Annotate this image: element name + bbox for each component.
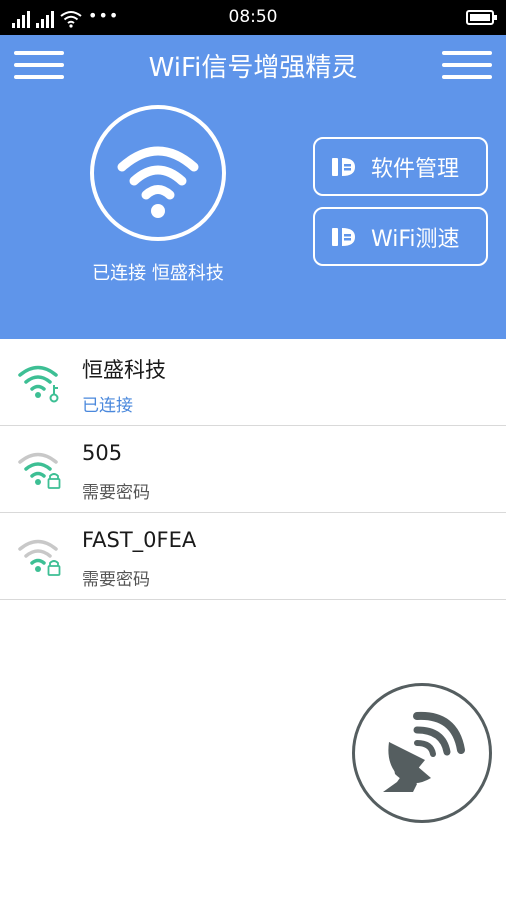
wifi-main-button[interactable]	[90, 105, 226, 241]
list-item[interactable]: 505 需要密码	[0, 426, 506, 513]
status-time: 08:50	[228, 7, 278, 27]
wifi-speed-button[interactable]: WiFi测速	[313, 207, 488, 266]
list-item[interactable]: 恒盛科技 已连接	[0, 339, 506, 426]
app-title: WiFi信号增强精灵	[148, 53, 358, 83]
network-name: 恒盛科技	[82, 358, 166, 382]
plug-icon	[332, 157, 355, 176]
satellite-scan-button[interactable]	[352, 683, 492, 823]
software-manage-button[interactable]: 软件管理	[313, 137, 488, 196]
network-status: 需要密码	[82, 570, 150, 590]
plug-icon	[332, 227, 355, 246]
status-bar: ••• 08:50	[0, 0, 506, 35]
header: WiFi信号增强精灵 已连接 恒盛科技 软件管理 WiFi测速	[0, 35, 506, 339]
wifi-key-icon	[18, 365, 59, 403]
network-list: 恒盛科技 已连接 505 需要密码 FAST_0FEA 需要密码	[0, 339, 506, 600]
connection-status: 已连接 恒盛科技	[92, 263, 224, 284]
satellite-dish-icon	[383, 711, 465, 792]
wifi-speed-label: WiFi测速	[371, 226, 460, 252]
wifi-lock-icon	[18, 452, 61, 489]
wifi-lock-icon	[18, 539, 61, 576]
network-status: 已连接	[82, 396, 133, 416]
wifi-icon	[117, 146, 199, 218]
software-manage-label: 软件管理	[371, 156, 460, 182]
list-item[interactable]: FAST_0FEA 需要密码	[0, 513, 506, 600]
battery-icon	[466, 10, 497, 25]
network-status: 需要密码	[82, 483, 150, 503]
network-name: FAST_0FEA	[82, 528, 197, 552]
menu-right-button[interactable]	[442, 49, 492, 81]
network-name: 505	[82, 441, 123, 465]
